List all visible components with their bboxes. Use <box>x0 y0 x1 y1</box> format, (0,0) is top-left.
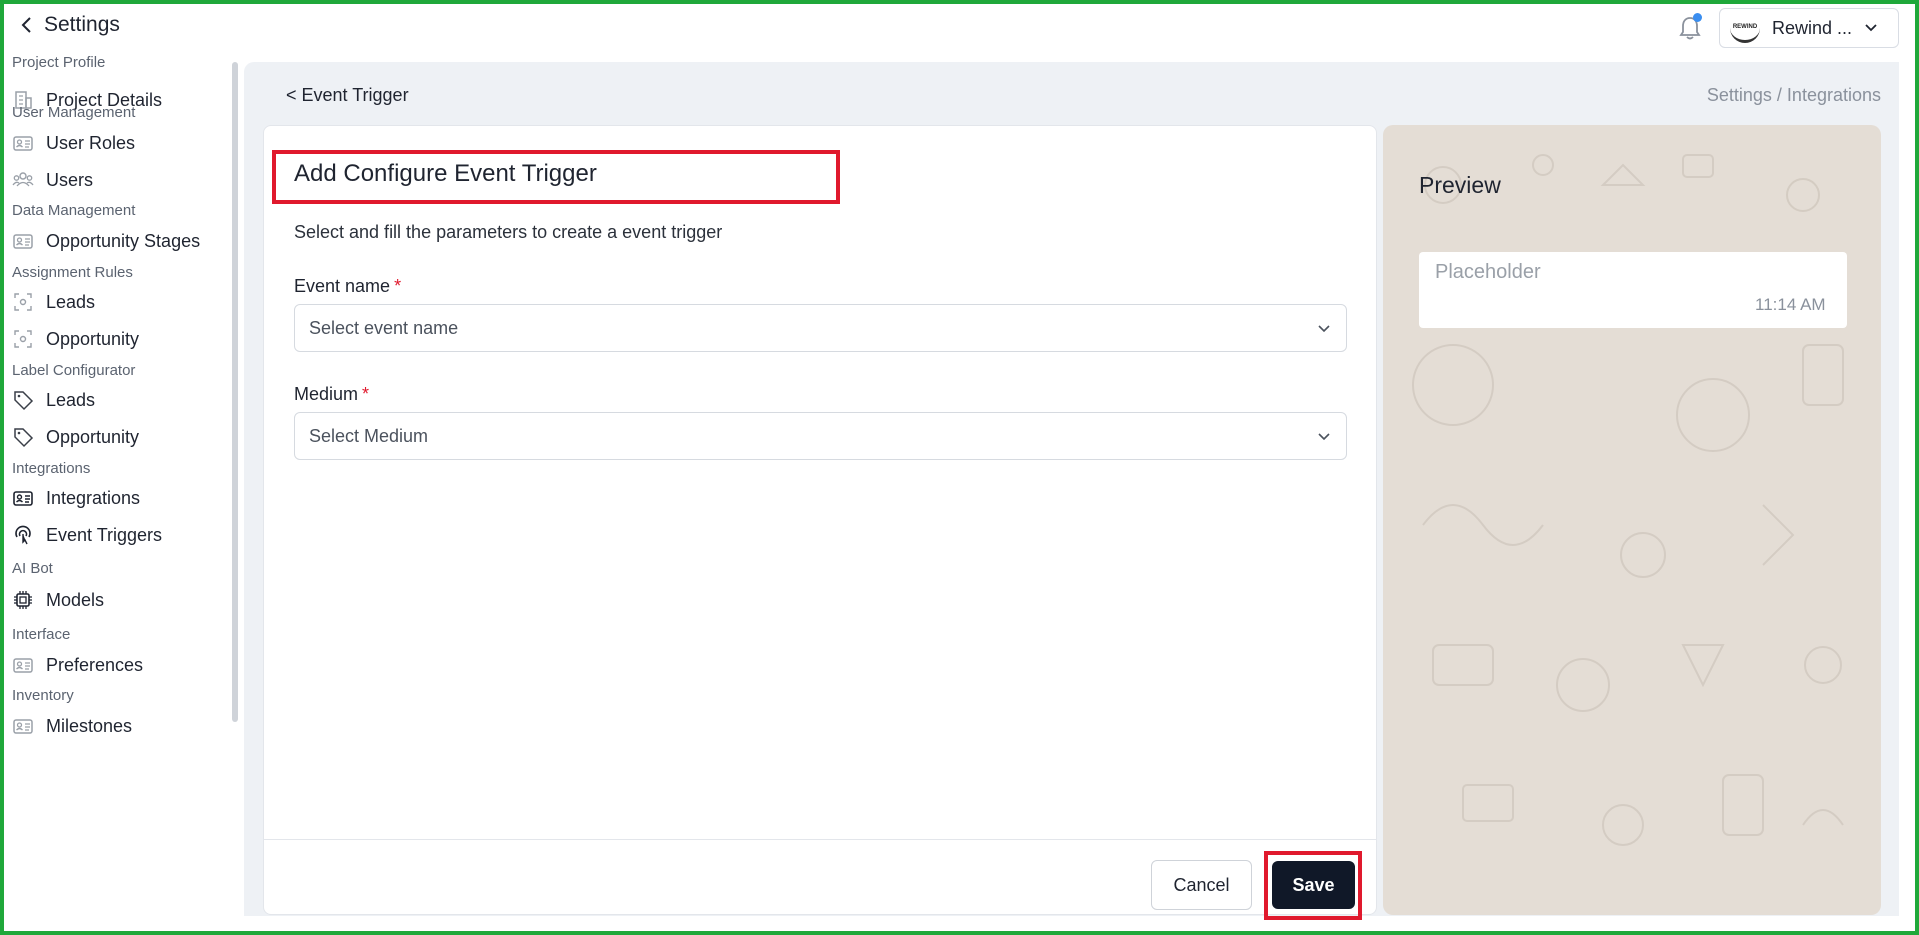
id-card-icon <box>12 487 34 509</box>
event-name-placeholder: Select event name <box>309 317 459 338</box>
sidebar-item-label: Opportunity Stages <box>46 230 201 251</box>
medium-label: Medium * <box>294 384 370 404</box>
save-highlight-box <box>1264 851 1362 920</box>
section-project-profile: Project Profile <box>12 54 106 71</box>
section-user-management: User Management <box>12 104 136 121</box>
top-bar: Settings <box>0 0 1919 54</box>
sidebar-item-label: Opportunity <box>46 328 140 349</box>
breadcrumb: Settings / Integrations <box>1706 85 1881 105</box>
sidebar-item-label: Event Triggers <box>46 524 163 545</box>
sidebar-item-integrations[interactable]: Integrations <box>12 483 140 513</box>
sidebar-item-user-roles[interactable]: User Roles <box>12 128 135 158</box>
tag-icon <box>12 389 34 411</box>
company-logo: REWIND <box>1730 13 1760 43</box>
preview-message-time: 11:14 AM <box>1755 295 1826 314</box>
back-to-settings-button[interactable]: Settings <box>20 13 120 37</box>
preview-message-text: Placeholder <box>1435 261 1541 283</box>
section-integrations: Integrations <box>12 460 91 477</box>
sidebar-item-preferences[interactable]: Preferences <box>12 650 143 680</box>
section-interface: Interface <box>12 626 71 643</box>
chat-wallpaper-pattern <box>1412 154 1844 846</box>
chip-icon <box>12 589 34 611</box>
focus-icon <box>12 291 34 313</box>
event-name-label: Event name * <box>294 276 402 296</box>
users-icon <box>12 169 34 191</box>
title-highlight-box <box>272 150 840 204</box>
event-name-select[interactable]: Select event name <box>294 304 1347 352</box>
preview-panel <box>1383 125 1881 915</box>
focus-icon <box>12 328 34 350</box>
id-card-icon <box>12 715 34 737</box>
sidebar-item-users[interactable]: Users <box>12 165 93 195</box>
sidebar-item-label: Users <box>46 169 94 190</box>
chevron-down-icon <box>1318 433 1330 441</box>
medium-select[interactable]: Select Medium <box>294 412 1347 460</box>
sidebar-item-models[interactable]: Models <box>12 585 104 615</box>
sidebar-item-label-leads[interactable]: Leads <box>12 385 95 415</box>
sidebar-item-label-opportunity[interactable]: Opportunity <box>12 422 139 452</box>
sidebar-item-opportunity-stages[interactable]: Opportunity Stages <box>12 226 200 256</box>
event-trigger-form-card <box>263 125 1377 915</box>
id-card-icon <box>12 132 34 154</box>
tag-icon <box>12 426 34 448</box>
section-label-configurator: Label Configurator <box>12 362 136 379</box>
sidebar-item-label: Integrations <box>46 487 141 508</box>
chevron-down-icon <box>1865 24 1877 32</box>
sidebar-scrollbar[interactable] <box>232 62 238 722</box>
settings-sidebar: Project Profile Project Details User Man… <box>0 54 238 914</box>
sidebar-item-label: Milestones <box>46 715 133 736</box>
required-mark: * <box>362 384 370 404</box>
account-switcher[interactable]: REWIND Rewind ... <box>1719 8 1899 48</box>
form-footer-divider <box>264 839 1376 840</box>
account-name: Rewind ... <box>1772 17 1853 38</box>
chevron-down-icon <box>1318 325 1330 333</box>
sidebar-item-label: Opportunity <box>46 426 140 447</box>
sidebar-item-assignment-opportunity[interactable]: Opportunity <box>12 324 139 354</box>
sidebar-item-label: Models <box>46 589 105 610</box>
sidebar-item-assignment-leads[interactable]: Leads <box>12 287 95 317</box>
chevron-left-icon <box>21 17 31 33</box>
medium-placeholder: Select Medium <box>309 425 429 446</box>
sidebar-item-label: Leads <box>46 291 96 312</box>
notification-dot <box>1693 13 1702 22</box>
id-card-icon <box>12 654 34 676</box>
section-ai-bot: AI Bot <box>12 560 53 577</box>
section-inventory: Inventory <box>12 687 74 704</box>
preview-title: Preview <box>1419 172 1501 198</box>
id-card-icon <box>12 230 34 252</box>
section-assignment-rules: Assignment Rules <box>12 264 133 281</box>
form-subtitle: Select and fill the parameters to create… <box>294 222 723 242</box>
sidebar-item-event-triggers[interactable]: Event Triggers <box>12 520 162 550</box>
touch-icon <box>12 524 34 546</box>
sidebar-item-label: Leads <box>46 389 96 410</box>
settings-title: Settings <box>44 13 120 36</box>
sidebar-item-label: User Roles <box>46 132 136 153</box>
sidebar-item-milestones[interactable]: Milestones <box>12 711 132 741</box>
back-to-event-trigger-link[interactable]: < Event Trigger <box>286 85 409 106</box>
section-data-management: Data Management <box>12 202 136 219</box>
required-mark: * <box>394 276 402 296</box>
sidebar-item-label: Preferences <box>46 654 144 675</box>
cancel-button[interactable]: Cancel <box>1151 860 1252 910</box>
